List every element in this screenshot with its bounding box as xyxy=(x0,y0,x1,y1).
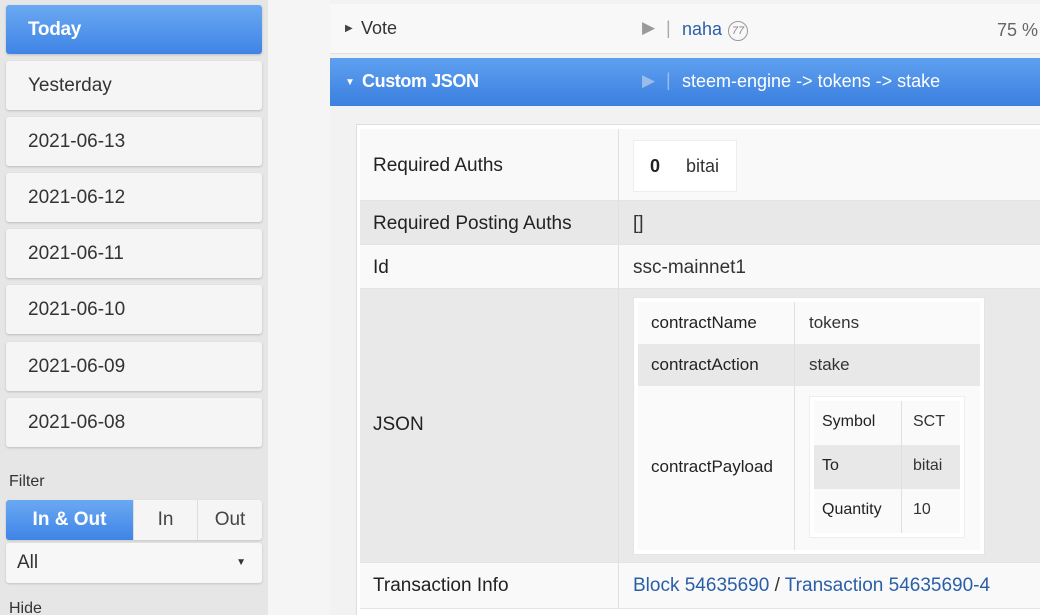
json-contract-payload-row: contractPayload Symbol SCT To bitai Quan… xyxy=(638,386,980,550)
operation-type-value: All xyxy=(17,552,39,573)
column-divider xyxy=(618,201,619,244)
id-label: Id xyxy=(373,257,389,278)
hide-label: Hide xyxy=(9,600,42,615)
column-divider xyxy=(794,386,795,550)
json-value: stake xyxy=(809,355,850,374)
operation-details-panel: Required Auths 0 bitai Required Posting … xyxy=(356,124,1040,615)
json-contract-action-row: contractAction stake xyxy=(638,344,980,386)
id-value: ssc-mainnet1 xyxy=(633,257,746,278)
payload-to-row: To bitai xyxy=(814,445,960,489)
separator: | xyxy=(666,18,671,38)
payload-to-account-link[interactable]: bitai xyxy=(913,457,942,475)
auth-index: 0 xyxy=(650,156,661,176)
column-divider xyxy=(794,302,795,344)
payload-table: Symbol SCT To bitai Quantity 10 xyxy=(809,396,965,538)
vote-operation-header[interactable]: ▶ Vote ▶ | naha 77 75 % xyxy=(330,4,1040,54)
column-divider xyxy=(618,129,619,200)
filter-in-out-button[interactable]: In & Out xyxy=(6,500,133,540)
operation-type-select[interactable]: All ▼ xyxy=(6,543,262,583)
vote-weight: 75 % xyxy=(996,20,1038,40)
day-yesterday-button[interactable]: Yesterday xyxy=(6,61,262,110)
payload-key: Symbol xyxy=(822,413,876,430)
transaction-link[interactable]: Transaction 54635690-4 xyxy=(785,575,990,596)
column-divider xyxy=(794,344,795,386)
column-divider xyxy=(618,563,619,608)
transaction-info-row: Transaction Info Block 54635690 / Transa… xyxy=(360,563,1040,609)
voter-link[interactable]: naha xyxy=(682,19,722,40)
required-auths-row: Required Auths 0 bitai xyxy=(360,129,1040,201)
link-separator: / xyxy=(774,575,780,596)
payload-value: 10 xyxy=(913,501,931,518)
payload-value: SCT xyxy=(913,413,945,430)
required-auths-label: Required Auths xyxy=(373,155,503,176)
json-key: contractName xyxy=(651,313,757,332)
json-value: tokens xyxy=(809,313,860,332)
column-divider xyxy=(618,289,619,562)
operation-summary: steem-engine -> tokens -> stake xyxy=(682,71,941,91)
day-2021-06-12-button[interactable]: 2021-06-12 xyxy=(6,173,262,222)
caret-down-icon: ▼ xyxy=(236,557,246,568)
column-divider xyxy=(901,489,902,533)
required-posting-auths-label: Required Posting Auths xyxy=(373,213,572,234)
day-2021-06-10-button[interactable]: 2021-06-10 xyxy=(6,285,262,334)
sidebar: Today Yesterday 2021-06-13 2021-06-12 20… xyxy=(0,0,268,615)
required-auths-table: 0 bitai xyxy=(633,140,737,192)
payload-symbol-row: Symbol SCT xyxy=(814,401,960,445)
required-posting-auths-value: [] xyxy=(633,213,644,234)
reputation-badge: 77 xyxy=(728,21,748,41)
block-link[interactable]: Block 54635690 xyxy=(633,575,769,596)
expand-down-icon: ▼ xyxy=(345,77,355,88)
json-key: contractPayload xyxy=(651,457,773,476)
filter-in-button[interactable]: In xyxy=(133,500,197,540)
operation-title: Vote xyxy=(361,18,398,38)
transaction-info-label: Transaction Info xyxy=(373,575,509,596)
content-gutter xyxy=(268,0,330,615)
required-posting-auths-row: Required Posting Auths [] xyxy=(360,201,1040,245)
play-icon: ▶ xyxy=(642,18,656,37)
column-divider xyxy=(901,401,902,445)
transaction-info-value: Block 54635690 / Transaction 54635690-4 xyxy=(633,575,990,597)
payload-quantity-row: Quantity 10 xyxy=(814,489,960,533)
auth-account: bitai xyxy=(686,156,720,176)
custom-json-operation-header[interactable]: ▼ Custom JSON ▶ | steem-engine -> tokens… xyxy=(330,58,1040,106)
json-row: JSON contractName tokens contractAction … xyxy=(360,289,1040,563)
separator: | xyxy=(666,70,671,90)
json-label: JSON xyxy=(373,414,424,435)
filter-out-button[interactable]: Out xyxy=(197,500,262,540)
day-2021-06-11-button[interactable]: 2021-06-11 xyxy=(6,229,262,278)
column-divider xyxy=(901,445,902,489)
json-key: contractAction xyxy=(651,355,759,374)
day-2021-06-13-button[interactable]: 2021-06-13 xyxy=(6,117,262,166)
column-divider xyxy=(618,245,619,288)
filter-label: Filter xyxy=(9,473,45,490)
operation-title: Custom JSON xyxy=(362,71,479,91)
play-icon: ▶ xyxy=(642,71,656,90)
day-2021-06-08-button[interactable]: 2021-06-08 xyxy=(6,398,262,447)
payload-key: To xyxy=(822,457,839,474)
json-contract-name-row: contractName tokens xyxy=(638,302,980,344)
expand-right-icon: ▶ xyxy=(345,23,353,34)
day-2021-06-09-button[interactable]: 2021-06-09 xyxy=(6,342,262,391)
id-row: Id ssc-mainnet1 xyxy=(360,245,1040,289)
payload-key: Quantity xyxy=(822,501,882,518)
day-today-button[interactable]: Today xyxy=(6,5,262,54)
direction-filter: In & Out In Out xyxy=(6,500,262,540)
json-table: contractName tokens contractAction stake… xyxy=(633,297,985,555)
